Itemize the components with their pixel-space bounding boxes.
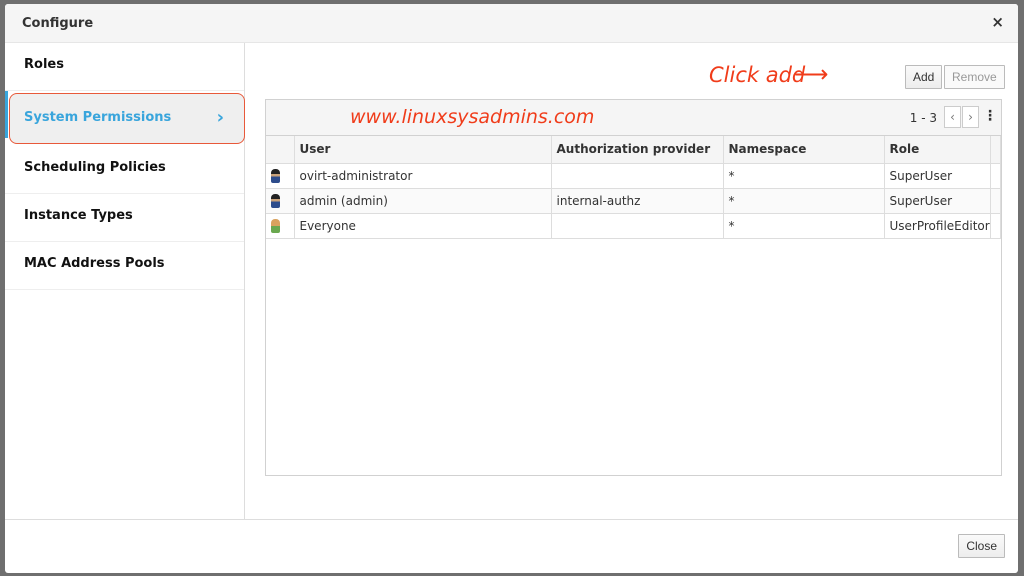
user-cell: admin (admin): [294, 188, 552, 214]
sidebar-item-label: Instance Types: [24, 208, 133, 223]
namespace-cell: *: [723, 163, 885, 189]
sidebar-item-roles[interactable]: Roles: [5, 43, 244, 91]
table-row[interactable]: admin (admin) internal-authz * SuperUser: [266, 188, 1002, 214]
role-cell: SuperUser: [884, 163, 991, 189]
provider-cell: [551, 213, 724, 239]
group-user-icon: [271, 218, 280, 233]
table-row[interactable]: ovirt-administrator * SuperUser: [266, 163, 1002, 189]
sidebar-item-label: Scheduling Policies: [24, 160, 166, 175]
add-button[interactable]: Add: [905, 65, 943, 89]
permissions-grid: User Authorization provider Namespace Ro…: [266, 136, 1002, 239]
admin-user-icon: [271, 193, 280, 208]
sidebar-item-scheduling-policies[interactable]: Scheduling Policies: [5, 146, 244, 194]
column-namespace[interactable]: Namespace: [723, 136, 885, 164]
watermark: www.linuxsysadmins.com: [350, 106, 595, 128]
dialog-title: Configure: [22, 16, 94, 31]
sidebar: Roles System Permissions › Scheduling Pol…: [5, 43, 245, 519]
provider-cell: internal-authz: [551, 188, 724, 214]
permissions-table: www.linuxsysadmins.com 1 - 3 ‹ › ⋮ User …: [265, 99, 1002, 476]
admin-user-icon: [271, 168, 280, 183]
click-add-annotation: Click add: [709, 63, 806, 87]
user-cell: ovirt-administrator: [294, 163, 552, 189]
pagination-range: 1 - 3: [909, 111, 937, 125]
active-indicator: [5, 91, 8, 138]
table-toolbar: www.linuxsysadmins.com 1 - 3 ‹ › ⋮: [266, 100, 1001, 136]
kebab-menu-icon[interactable]: ⋮: [983, 108, 997, 124]
sidebar-item-label: MAC Address Pools: [24, 256, 165, 271]
table-header: User Authorization provider Namespace Ro…: [266, 136, 1002, 164]
close-icon[interactable]: ×: [991, 13, 1004, 31]
next-page-button[interactable]: ›: [962, 106, 979, 128]
role-cell: SuperUser: [884, 188, 991, 214]
namespace-cell: *: [723, 213, 885, 239]
arrow-annotation: ⟶: [794, 60, 829, 88]
sidebar-item-label: Roles: [24, 57, 64, 72]
configure-dialog: Configure × Roles System Permissions › Sc…: [5, 4, 1018, 573]
column-user[interactable]: User: [294, 136, 552, 164]
close-button[interactable]: Close: [958, 534, 1005, 558]
prev-page-button[interactable]: ‹: [944, 106, 961, 128]
user-cell: Everyone: [294, 213, 552, 239]
table-row[interactable]: Everyone * UserProfileEditor: [266, 213, 1002, 239]
dialog-header: Configure ×: [5, 4, 1018, 43]
main-panel: Click add ⟶ Add Remove www.linuxsysadmin…: [246, 43, 1018, 519]
column-role[interactable]: Role: [884, 136, 991, 164]
sidebar-item-system-permissions[interactable]: System Permissions ›: [9, 93, 245, 144]
column-authorization-provider[interactable]: Authorization provider: [551, 136, 724, 164]
provider-cell: [551, 163, 724, 189]
sidebar-item-label: System Permissions: [24, 110, 172, 125]
chevron-right-icon: ›: [216, 107, 224, 128]
remove-button[interactable]: Remove: [944, 65, 1005, 89]
dialog-footer: Close: [5, 519, 1018, 573]
role-cell: UserProfileEditor: [884, 213, 991, 239]
sidebar-item-mac-address-pools[interactable]: MAC Address Pools: [5, 242, 244, 290]
sidebar-item-instance-types[interactable]: Instance Types: [5, 194, 244, 242]
namespace-cell: *: [723, 188, 885, 214]
